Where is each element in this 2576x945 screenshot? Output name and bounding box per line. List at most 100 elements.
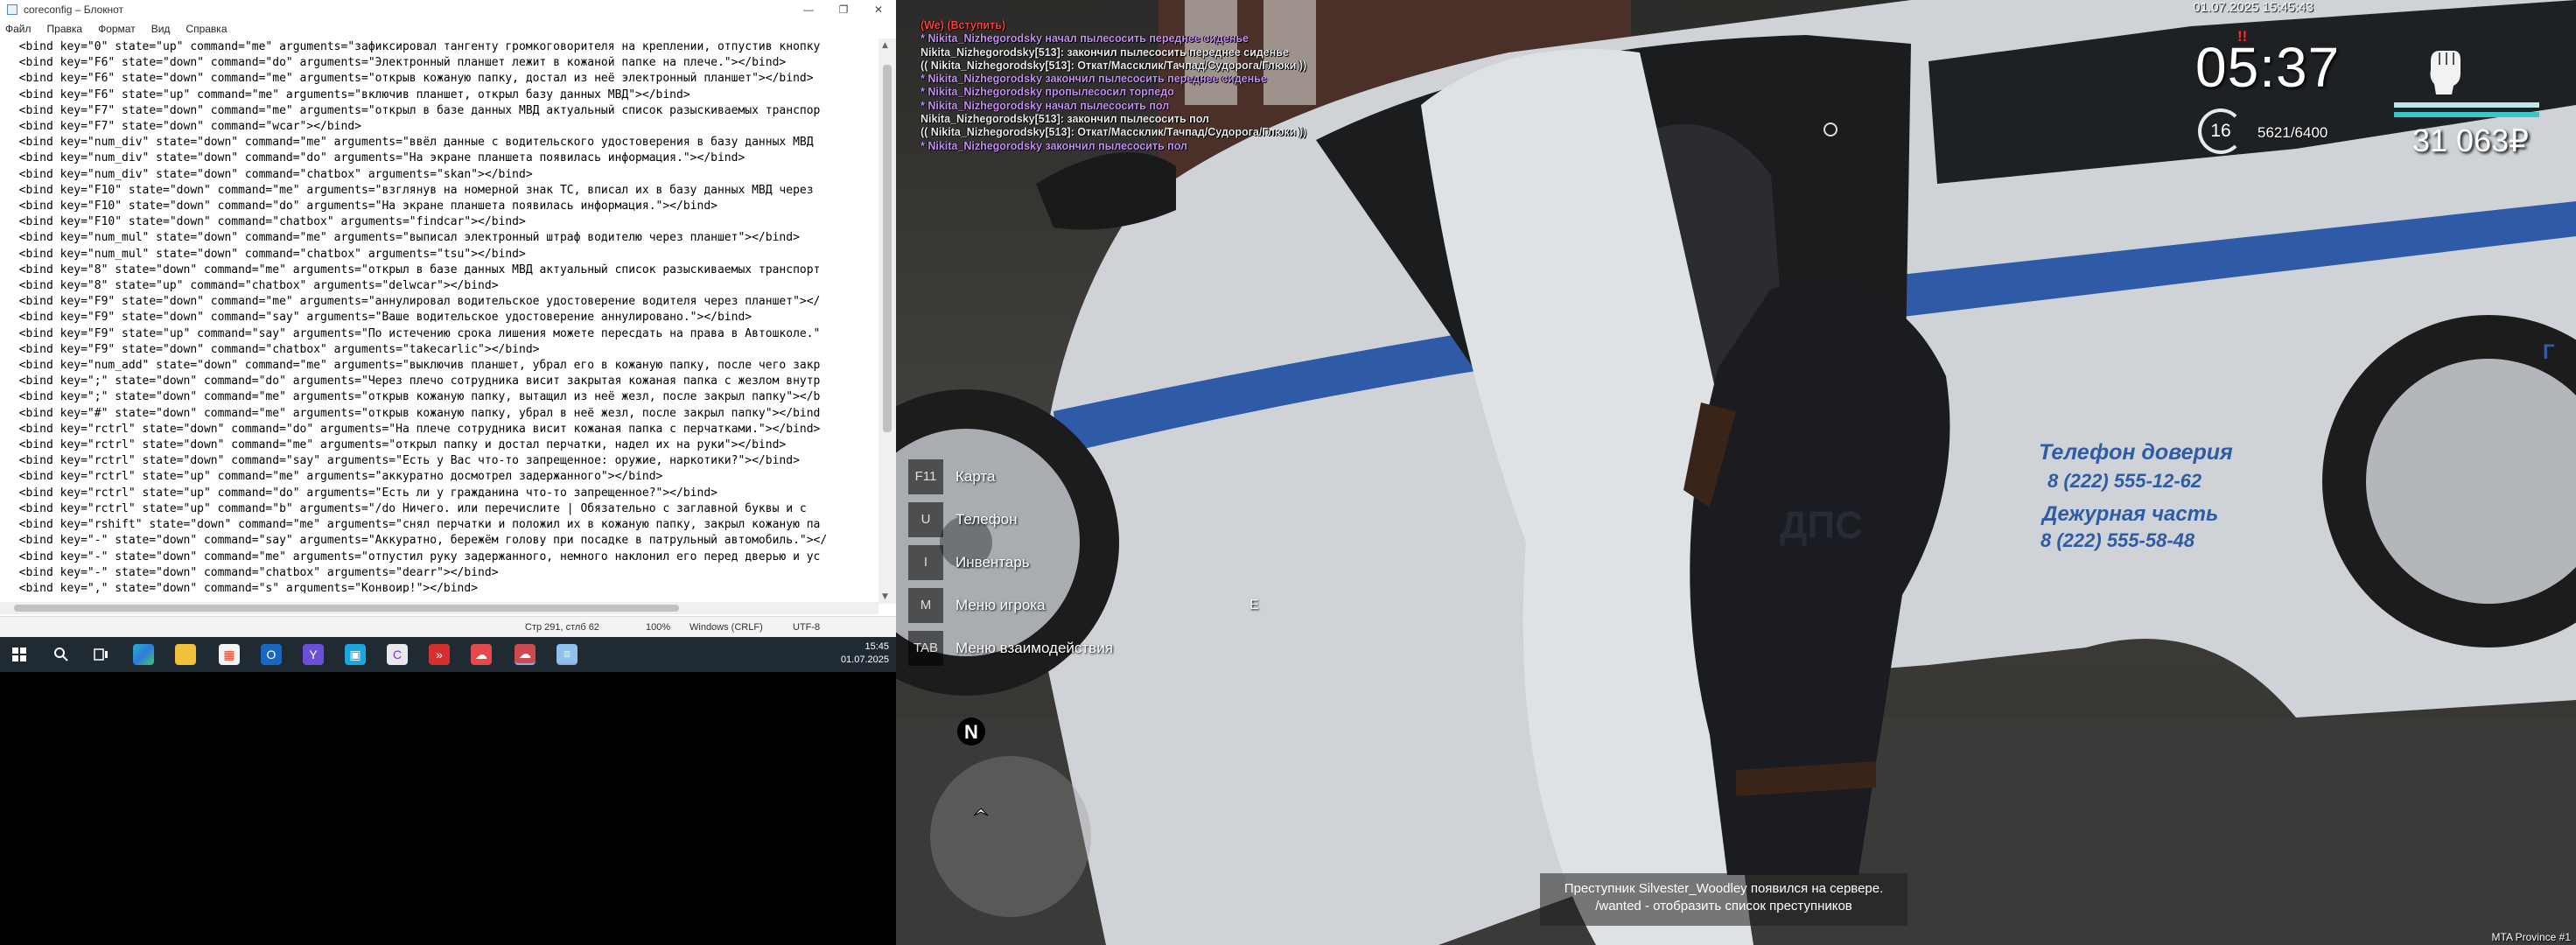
cursor-position: Стр 291, стлб 62 [525, 622, 599, 633]
left-monitor: coreconfig – Блокнот — ❐ ✕ Файл Правка Ф… [0, 0, 896, 945]
yandex-music-icon[interactable]: Y [303, 644, 324, 665]
text-lines: <bind key="0" state="up" command="me" ar… [5, 39, 873, 593]
close-icon[interactable]: ✕ [861, 0, 896, 19]
officer-back-badge: ДПС [1780, 504, 1863, 547]
chat-line: (( Nikita_Nizhegorodsky[513]: Откат/Масс… [920, 59, 1307, 72]
encoding: UTF-8 [793, 622, 821, 633]
scroll-thumb[interactable] [883, 65, 892, 432]
text-line: <bind key="-" state="down" command="me" … [5, 550, 821, 564]
menu-key: M [908, 587, 943, 623]
text-line: <bind key="num_div" state="down" command… [5, 151, 746, 165]
text-line: <bind key="F10" state="down" command="ch… [5, 215, 526, 229]
scroll-up-icon[interactable]: ▲ [882, 41, 888, 50]
hscroll-thumb[interactable] [14, 605, 679, 612]
hud-level: 16 [2210, 121, 2231, 141]
menu-item-map[interactable]: F11 Карта [908, 455, 1113, 498]
text-line: <bind key="rshift" state="down" command=… [5, 518, 821, 532]
text-line: <bind key="num_div" state="down" command… [5, 136, 814, 150]
interaction-key-prompt: E [1250, 598, 1259, 612]
notification-line2: /wanted - отобразить список преступников [1595, 899, 1852, 914]
car-duty-phone: 8 (222) 555-58-48 [2040, 529, 2195, 551]
menu-item-interaction[interactable]: TAB Меню взаимодействия [908, 626, 1113, 669]
menu-edit[interactable]: Правка [47, 23, 83, 35]
notepad-app-icon [7, 4, 18, 15]
maximize-icon[interactable]: ❐ [826, 0, 861, 19]
menu-key: I [908, 544, 943, 580]
text-line: <bind key=";" state="down" command="do" … [5, 374, 821, 388]
notification-line1: Преступник Silvester_Woodley появился на… [1564, 881, 1884, 896]
text-line: <bind key="F9" state="down" command="me"… [5, 295, 821, 309]
scroll-down-icon[interactable]: ▼ [882, 592, 888, 601]
text-line: <bind key="rctrl" state="down" command="… [5, 438, 787, 452]
taskbar-clock[interactable]: 15:45 01.07.2025 [841, 640, 889, 667]
horizontal-scrollbar[interactable] [0, 602, 878, 614]
notepad-window[interactable]: coreconfig – Блокнот — ❐ ✕ Файл Правка Ф… [0, 0, 896, 637]
file-explorer-icon[interactable] [175, 644, 196, 665]
chat-line: * Nikita_Nizhegorodsky закончил пылесоси… [920, 139, 1187, 152]
windows-start-icon[interactable] [9, 644, 30, 665]
text-line: <bind key="rctrl" state="up" command="do… [5, 486, 718, 500]
photos-icon[interactable]: ▣ [345, 644, 366, 665]
text-line: <bind key="8" state="up" command="chatbo… [5, 279, 499, 293]
notepad-taskbar-icon[interactable]: ≡ [556, 644, 578, 665]
game-screen[interactable]: ДПС Телефон доверия 8 (222) 555-12-62 Де… [896, 0, 2576, 945]
menu-item-phone[interactable]: U Телефон [908, 498, 1113, 541]
hud-game-time: 05:37 [2195, 36, 2341, 99]
menu-help[interactable]: Справка [186, 23, 227, 35]
anydesk-icon[interactable]: » [429, 644, 450, 665]
menu-item-player-menu[interactable]: M Меню игрока [908, 584, 1113, 626]
menu-file[interactable]: Файл [5, 23, 32, 35]
text-line: <bind key="F9" state="up" command="say" … [5, 326, 821, 340]
edge-browser-icon[interactable] [133, 644, 154, 665]
radar-north-label: N [964, 721, 978, 743]
menu-label: Карта [956, 467, 996, 485]
server-name: MTA Province #1 [2491, 931, 2571, 943]
menu-label: Меню игрока [956, 596, 1046, 613]
chat-log: (We) (Вступить) * Nikita_Nizhegorodsky на… [920, 19, 1306, 153]
cloud-app-icon[interactable]: ☁ [471, 644, 492, 665]
notepad-text-area[interactable]: <bind key="0" state="up" command="me" ar… [0, 38, 896, 604]
chat-line: * Nikita_Nizhegorodsky начал пылесосить … [920, 32, 1249, 46]
text-line: <bind key="#" state="down" command="me" … [5, 406, 821, 420]
text-line: <bind key="num_add" state="down" command… [5, 359, 821, 373]
notepad-titlebar[interactable]: coreconfig – Блокнот — ❐ ✕ [0, 0, 896, 19]
car-trust-phone: 8 (222) 555-12-62 [2048, 470, 2202, 492]
text-line: <bind key="F9" state="down" command="cha… [5, 342, 540, 356]
search-icon[interactable] [51, 644, 72, 665]
zoom-level: 100% [646, 622, 671, 633]
text-line: <bind key="F10" state="down" command="me… [5, 183, 814, 197]
chat-line: Nikita_Nizhegorodsky[513]: закончил пыле… [920, 46, 1289, 59]
menu-format[interactable]: Формат [98, 23, 136, 35]
menu-item-inventory[interactable]: I Инвентарь [908, 541, 1113, 584]
hud-datetime: 01.07.2025 15:45:43 [2193, 0, 2314, 15]
vertical-scrollbar[interactable]: ▲ ▼ [878, 38, 896, 604]
menu-label: Меню взаимодействия [956, 639, 1113, 656]
task-view-icon[interactable] [91, 644, 112, 665]
app-c-icon[interactable]: C [387, 644, 408, 665]
hud-experience: 5621/6400 [2258, 124, 2328, 141]
text-line: <bind key="F9" state="down" command="say… [5, 311, 752, 325]
text-line: <bind key=";" state="down" command="me" … [5, 390, 821, 404]
chat-line: (( Nikita_Nizhegorodsky[513]: Откат/Масс… [920, 126, 1307, 139]
notepad-title: coreconfig – Блокнот [24, 4, 124, 16]
radar-circle [930, 756, 1091, 917]
outlook-icon[interactable]: O [261, 644, 282, 665]
minimize-icon[interactable]: — [791, 0, 826, 19]
taskbar-date: 01.07.2025 [840, 654, 889, 665]
store-icon[interactable]: ▦ [219, 644, 240, 665]
car-side-letter: Г [2543, 340, 2555, 364]
text-line: <bind key="rctrl" state="down" command="… [5, 422, 821, 436]
menu-view[interactable]: Вид [151, 23, 171, 35]
health-bar [2394, 102, 2539, 108]
text-line: <bind key="rctrl" state="up" command="b"… [5, 501, 807, 515]
mta-game-icon[interactable]: ☁ [514, 644, 536, 665]
fist-weapon-icon [2430, 51, 2460, 94]
notepad-menubar: Файл Правка Формат Вид Справка [0, 19, 896, 38]
text-line: <bind key="rctrl" state="up" command="me… [5, 470, 663, 484]
text-line: <bind key="num_div" state="down" command… [5, 167, 533, 181]
text-line: <bind key="num_mul" state="down" command… [5, 231, 800, 245]
hud-money: 31 063₽ [2412, 122, 2530, 158]
text-line: <bind key="F6" state="down" command="me"… [5, 72, 814, 86]
quick-menu: F11 Карта U Телефон I Инвентарь M Меню и… [908, 455, 1113, 669]
text-line: <bind key="F7" state="down" command="wca… [5, 120, 361, 134]
